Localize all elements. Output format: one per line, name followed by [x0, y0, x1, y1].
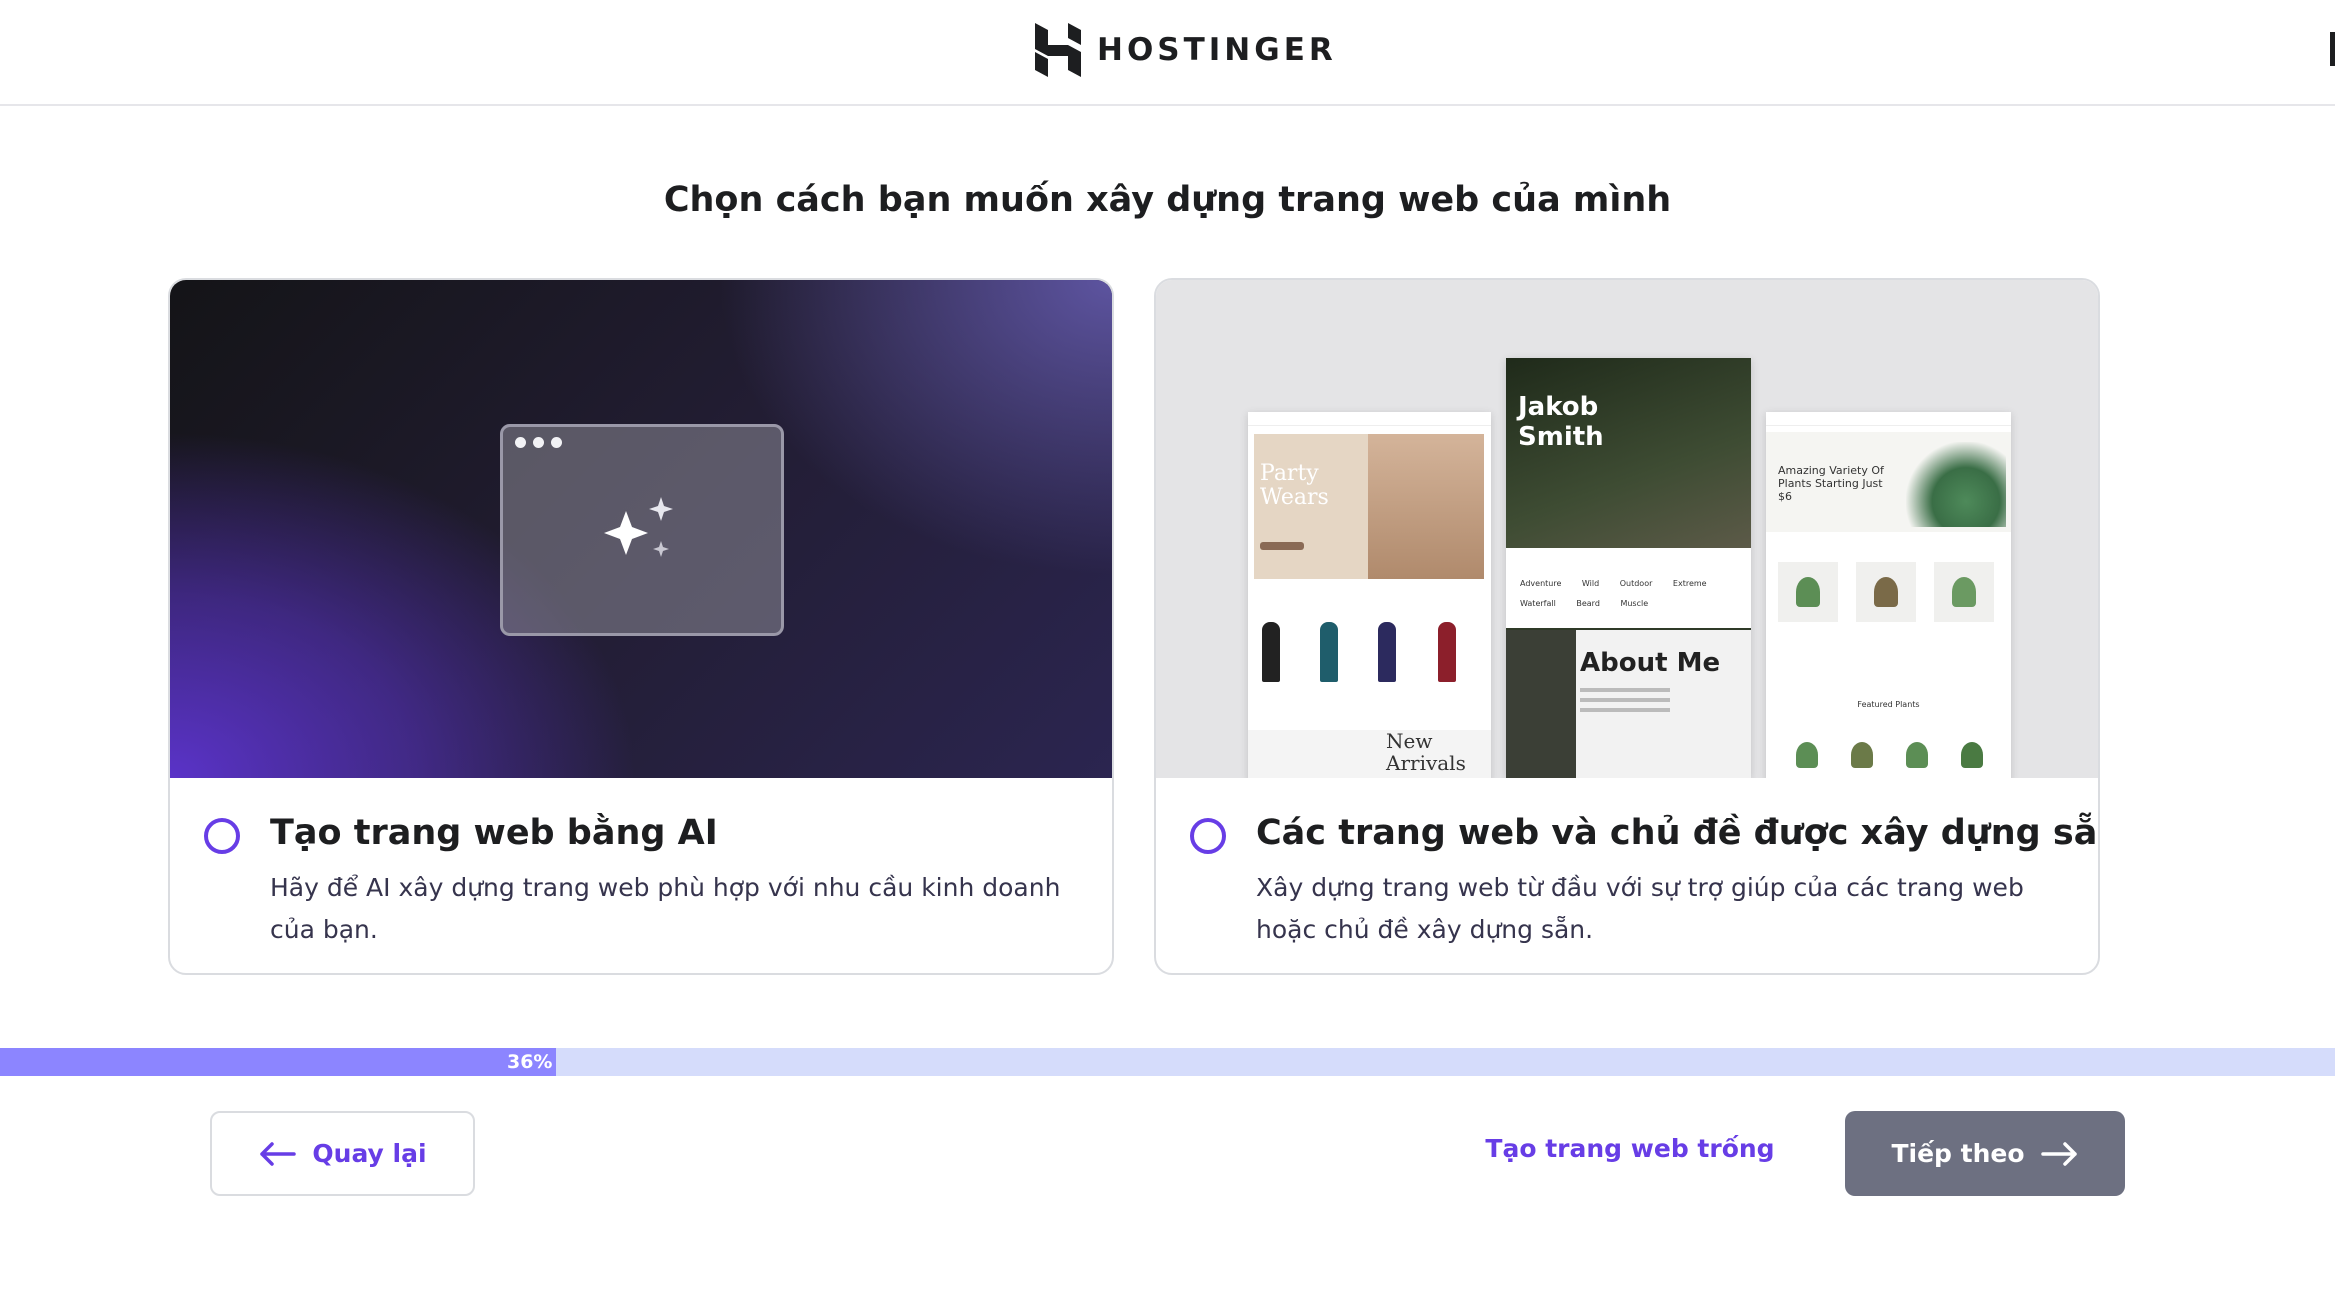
ai-window-illustration [500, 424, 784, 636]
next-button-label: Tiếp theo [1891, 1139, 2025, 1168]
templates-preview-image: Party Wears New Arrivals Jakob Smith Adv… [1156, 280, 2098, 778]
personal-headline: Jakob Smith [1518, 392, 1604, 452]
progress-label: 36% [506, 1051, 553, 1073]
next-button[interactable]: Tiếp theo [1845, 1111, 2125, 1196]
ai-option-radio[interactable] [204, 818, 240, 854]
page-title: Chọn cách bạn muốn xây dựng trang web củ… [663, 180, 1672, 220]
templates-option-title: Các trang web và chủ đề được xây dựng sẵ… [1256, 813, 2100, 853]
brand-logo[interactable]: HOSTINGER [1035, 22, 1337, 78]
option-card-ai[interactable]: Tạo trang web bằng AI Hãy để AI xây dựng… [168, 278, 1114, 975]
brand-name: HOSTINGER [1097, 32, 1337, 68]
template-preview-fashion: Party Wears New Arrivals [1248, 412, 1491, 778]
template-preview-personal: Jakob Smith Adventure Wild Outdoor Extre… [1506, 358, 1751, 778]
create-blank-site-link[interactable]: Tạo trang web trống [1480, 1134, 1780, 1163]
back-button[interactable]: Quay lại [210, 1111, 475, 1196]
templates-option-body: Các trang web và chủ đề được xây dựng sẵ… [1156, 780, 2100, 973]
personal-about-heading: About Me [1580, 648, 1721, 678]
ai-option-body: Tạo trang web bằng AI Hãy để AI xây dựng… [170, 780, 1112, 973]
arrow-right-icon [2040, 1141, 2077, 1166]
fashion-subheadline: New Arrivals [1386, 729, 1466, 775]
arrow-left-icon [260, 1141, 297, 1166]
onboarding-progress-bar: 36% [0, 1048, 2335, 1076]
ai-preview-image [170, 280, 1112, 778]
template-preview-plants: Amazing Variety Of Plants Starting Just … [1766, 412, 2011, 778]
templates-option-radio[interactable] [1190, 818, 1226, 854]
sparkles-icon [604, 497, 673, 557]
ai-option-title: Tạo trang web bằng AI [270, 813, 718, 853]
window-dots [515, 437, 562, 448]
plants-headline: Amazing Variety Of Plants Starting Just … [1778, 464, 1884, 503]
templates-option-description: Xây dựng trang web từ đầu với sự trợ giú… [1256, 873, 2024, 944]
header-edge-marker [2330, 32, 2335, 66]
ai-option-description: Hãy để AI xây dựng trang web phù hợp với… [270, 873, 1061, 944]
personal-tags: Adventure Wild Outdoor Extreme Waterfall… [1520, 579, 1707, 608]
plants-section-title: Featured Plants [1857, 700, 1920, 709]
hostinger-logo-icon [1035, 23, 1081, 77]
top-header: HOSTINGER [0, 0, 2335, 106]
fashion-headline: Party Wears [1260, 461, 1329, 510]
back-button-label: Quay lại [312, 1139, 427, 1168]
option-card-templates[interactable]: Party Wears New Arrivals Jakob Smith Adv… [1154, 278, 2100, 975]
progress-fill: 36% [0, 1048, 557, 1076]
